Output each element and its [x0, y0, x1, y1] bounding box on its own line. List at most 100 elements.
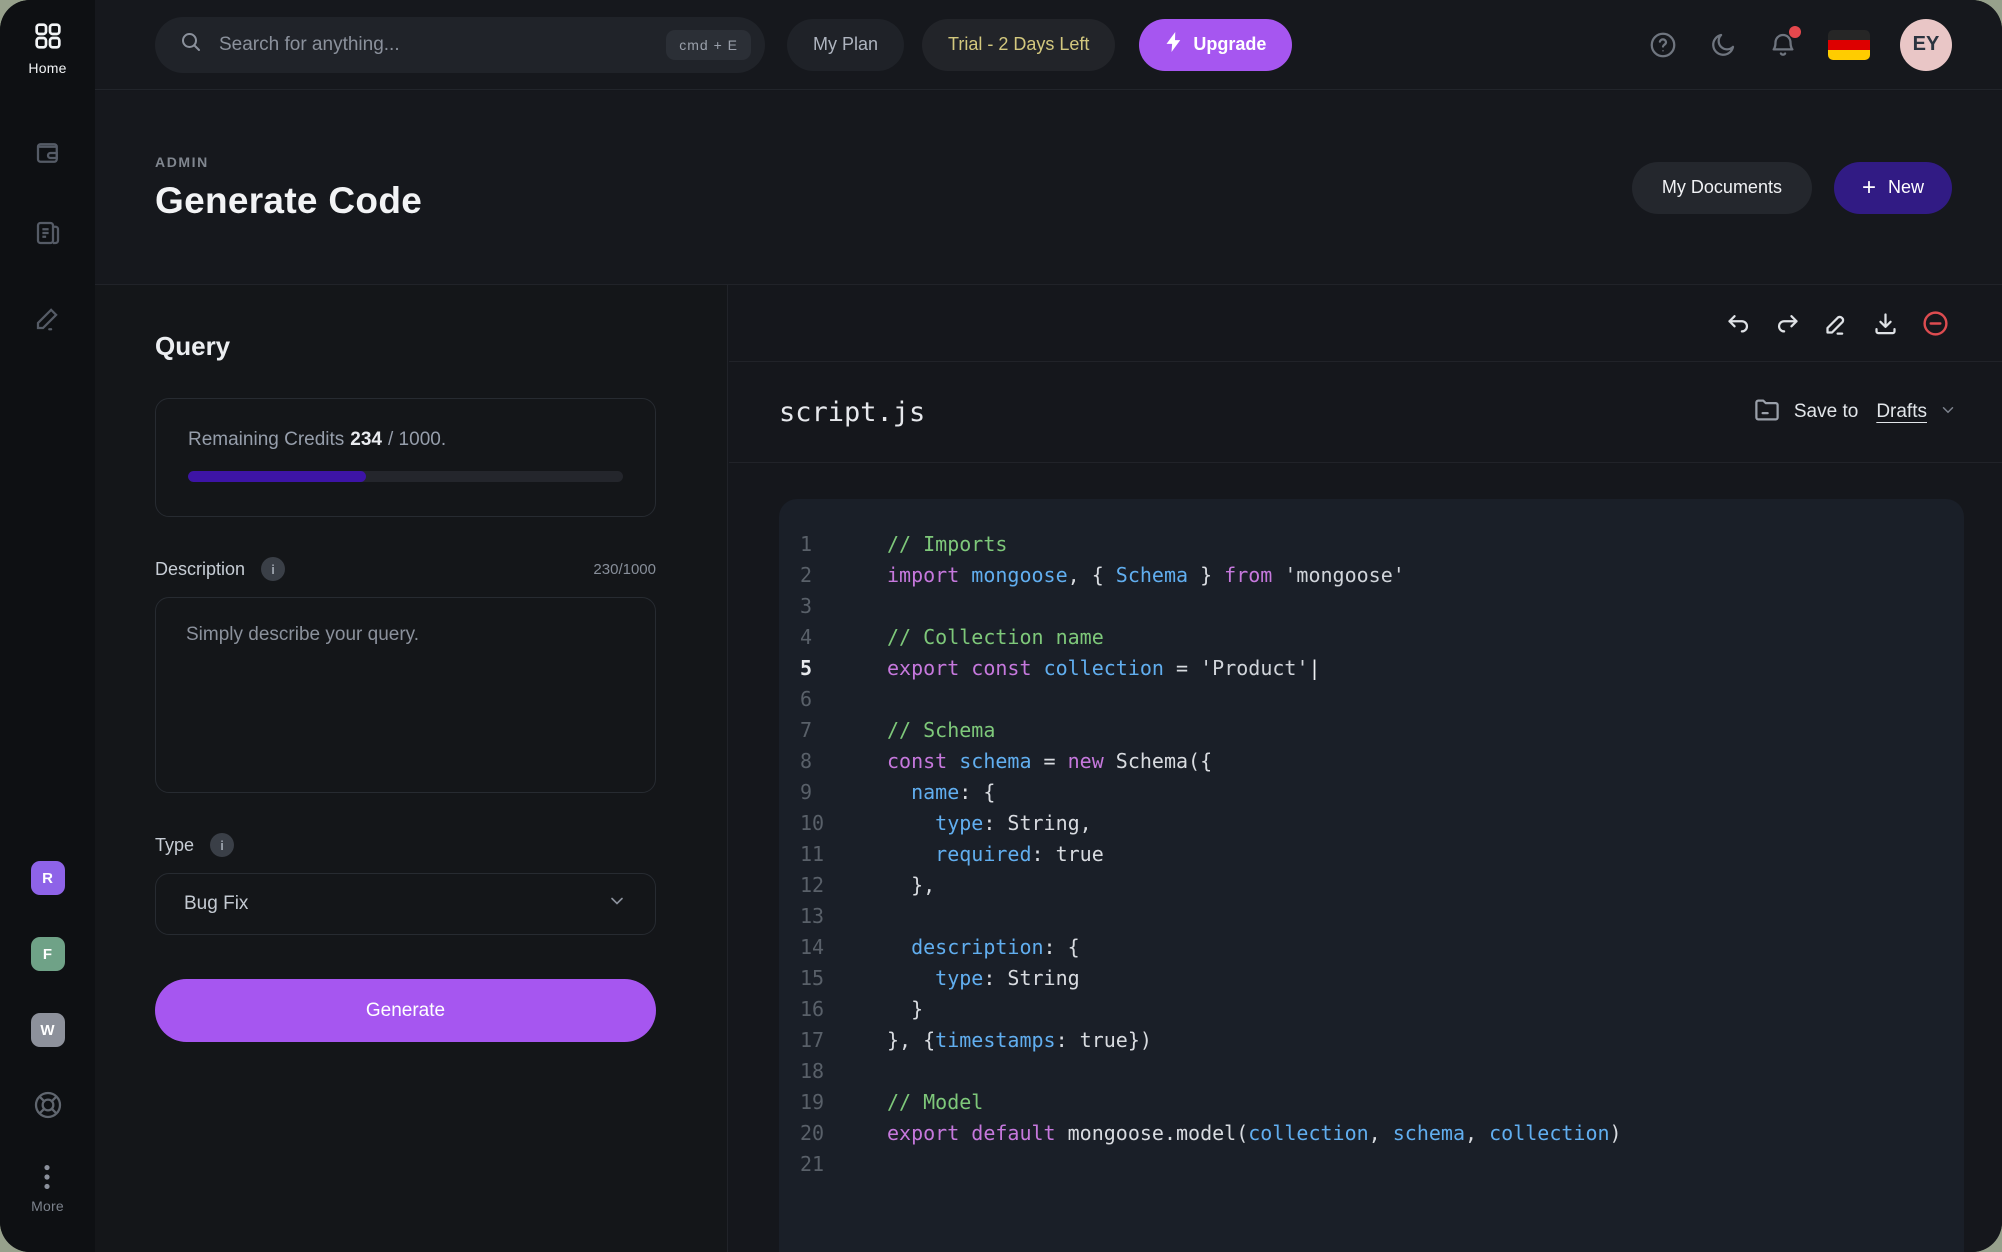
- line-content: type: String: [887, 963, 1080, 994]
- page-title: Generate Code: [155, 180, 422, 222]
- credits-prefix: Remaining Credits: [188, 429, 344, 450]
- code-line: 16 }: [800, 994, 1944, 1025]
- file-header: script.js Save to Drafts: [729, 362, 2002, 463]
- my-plan-button[interactable]: My Plan: [787, 19, 904, 71]
- code-line: 8const schema = new Schema({: [800, 746, 1944, 777]
- code-line: 11 required: true: [800, 839, 1944, 870]
- line-number: 16: [800, 994, 887, 1025]
- search-placeholder: Search for anything...: [219, 34, 666, 56]
- code-line: 14 description: {: [800, 932, 1944, 963]
- sidebar-home-label: Home: [28, 60, 66, 76]
- app-window: Home: [0, 0, 2002, 1252]
- code-editor[interactable]: 1// Imports2import mongoose, { Schema } …: [779, 499, 1964, 1252]
- type-info-icon[interactable]: i: [210, 833, 234, 857]
- code-line: 10 type: String,: [800, 808, 1944, 839]
- my-documents-button[interactable]: My Documents: [1632, 162, 1812, 214]
- line-content: export const collection = 'Product'|: [887, 653, 1321, 684]
- code-line: 9 name: {: [800, 777, 1944, 808]
- line-number: 6: [800, 684, 887, 715]
- dark-mode-moon-icon[interactable]: [1708, 30, 1738, 60]
- save-to-label: Save to: [1794, 401, 1858, 423]
- line-content: description: {: [887, 932, 1080, 963]
- folder-icon: [1752, 395, 1782, 430]
- editor-toolbar: [729, 285, 2002, 362]
- document-icon: [33, 218, 63, 248]
- code-lines: 1// Imports2import mongoose, { Schema } …: [800, 529, 1944, 1180]
- user-avatar[interactable]: EY: [1900, 19, 1952, 71]
- description-textarea[interactable]: Simply describe your query.: [155, 597, 656, 793]
- line-number: 14: [800, 932, 887, 963]
- undo-icon[interactable]: [1725, 310, 1752, 337]
- workspace-avatar-w[interactable]: W: [31, 1013, 65, 1047]
- remove-minus-circle-icon[interactable]: [1921, 309, 1950, 338]
- generate-button[interactable]: Generate: [155, 979, 656, 1042]
- editor-panel: script.js Save to Drafts 1// Imports2imp…: [729, 285, 2002, 1252]
- type-select[interactable]: Bug Fix: [155, 873, 656, 935]
- code-line: 5export const collection = 'Product'|: [800, 653, 1944, 684]
- sidebar-item-more[interactable]: More: [31, 1164, 64, 1214]
- line-content: type: String,: [887, 808, 1092, 839]
- plus-icon: +: [1862, 176, 1876, 200]
- german-flag-icon[interactable]: [1828, 30, 1870, 60]
- lightning-icon: [1165, 32, 1183, 57]
- description-field-header: Description i 230/1000: [155, 557, 656, 581]
- credits-text: Remaining Credits234/ 1000.: [188, 429, 623, 451]
- code-line: 13: [800, 901, 1944, 932]
- line-content: // Collection name: [887, 622, 1104, 653]
- query-panel-title: Query: [155, 331, 655, 362]
- more-dots-icon: [43, 1164, 51, 1190]
- redo-icon[interactable]: [1774, 310, 1801, 337]
- description-info-icon[interactable]: i: [261, 557, 285, 581]
- line-number: 10: [800, 808, 887, 839]
- credits-progress-track: [188, 471, 623, 482]
- breadcrumb-eyebrow: ADMIN: [155, 154, 422, 170]
- line-content: import mongoose, { Schema } from 'mongoo…: [887, 560, 1405, 591]
- save-target-drafts: Drafts: [1876, 401, 1927, 423]
- notifications-bell-icon[interactable]: [1768, 30, 1798, 60]
- code-line: 19// Model: [800, 1087, 1944, 1118]
- topbar-icons: EY: [1648, 19, 1952, 71]
- line-number: 8: [800, 746, 887, 777]
- new-button-label: New: [1888, 177, 1924, 198]
- grid-icon: [32, 20, 64, 52]
- code-line: 18: [800, 1056, 1944, 1087]
- sidebar-item-wallet[interactable]: [33, 138, 63, 168]
- line-content: const schema = new Schema({: [887, 746, 1212, 777]
- help-icon[interactable]: [1648, 30, 1678, 60]
- sidebar-workspaces: R F W: [31, 861, 65, 1047]
- line-number: 19: [800, 1087, 887, 1118]
- description-char-counter: 230/1000: [593, 561, 656, 578]
- query-panel: Query Remaining Credits234/ 1000. Descri…: [95, 285, 728, 1252]
- line-number: 4: [800, 622, 887, 653]
- credits-progress-fill: [188, 471, 366, 482]
- credits-card: Remaining Credits234/ 1000.: [155, 398, 656, 517]
- line-number: 9: [800, 777, 887, 808]
- new-document-button[interactable]: + New: [1834, 162, 1952, 214]
- workspace-avatar-f[interactable]: F: [31, 937, 65, 971]
- notification-dot: [1789, 26, 1801, 38]
- chevron-down-icon: [1939, 401, 1957, 424]
- download-icon[interactable]: [1872, 310, 1899, 337]
- filename-label: script.js: [779, 397, 925, 428]
- workspace-avatar-r[interactable]: R: [31, 861, 65, 895]
- code-line: 3: [800, 591, 1944, 622]
- description-label: Description: [155, 559, 245, 580]
- page-title-block: ADMIN Generate Code: [155, 154, 422, 222]
- sidebar-item-home[interactable]: Home: [28, 20, 66, 76]
- line-content: export default mongoose.model(collection…: [887, 1118, 1622, 1149]
- trial-badge[interactable]: Trial - 2 Days Left: [922, 19, 1115, 71]
- save-to-drafts-button[interactable]: Save to Drafts: [1752, 395, 1957, 430]
- page-header: ADMIN Generate Code My Documents + New: [95, 91, 2002, 285]
- support-icon[interactable]: [32, 1089, 64, 1126]
- line-number: 18: [800, 1056, 887, 1087]
- wallet-icon: [33, 138, 63, 168]
- type-label: Type: [155, 835, 194, 856]
- line-number: 3: [800, 591, 887, 622]
- search-input[interactable]: Search for anything... cmd + E: [155, 17, 765, 73]
- sidebar-item-documents[interactable]: [33, 218, 63, 248]
- line-content: required: true: [887, 839, 1104, 870]
- edit-pencil-icon[interactable]: [1823, 310, 1850, 337]
- code-line: 1// Imports: [800, 529, 1944, 560]
- sidebar-item-edit[interactable]: [33, 303, 63, 333]
- upgrade-button[interactable]: Upgrade: [1139, 19, 1292, 71]
